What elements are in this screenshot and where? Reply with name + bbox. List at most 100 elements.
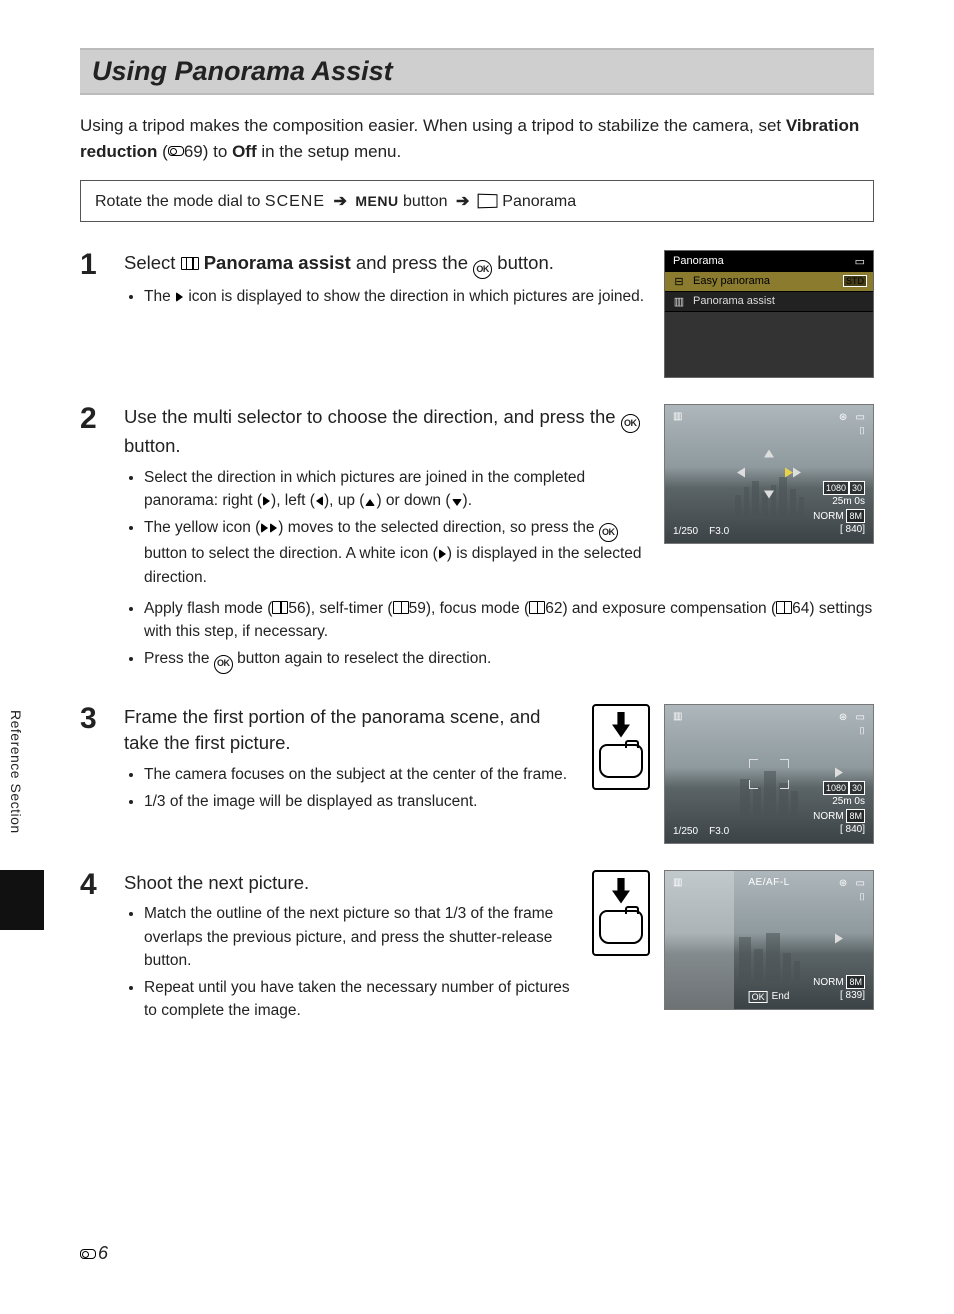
side-tab: Reference Section bbox=[4, 700, 28, 844]
triangle-right-icon bbox=[261, 523, 268, 533]
book-icon bbox=[776, 601, 792, 614]
step-3: 3 Frame the first portion of the panoram… bbox=[80, 704, 874, 844]
triangle-up-icon bbox=[764, 449, 774, 457]
ok-button-icon: OK bbox=[599, 523, 618, 542]
title-bar: Using Panorama Assist bbox=[80, 48, 874, 95]
key-icon bbox=[168, 146, 184, 156]
arrow-icon: ➔ bbox=[456, 193, 469, 210]
triangle-right-icon bbox=[793, 467, 801, 477]
lcd-menu-row-easy: ⊟ Easy panorama STD bbox=[665, 272, 873, 292]
book-icon bbox=[272, 601, 288, 614]
menu-label: MENU bbox=[355, 193, 398, 209]
aperture: F3.0 bbox=[709, 826, 729, 837]
flash-icon: ⊛ bbox=[839, 412, 847, 423]
direction-arrows bbox=[737, 449, 801, 498]
arrow-down-icon bbox=[612, 878, 630, 904]
triangle-down-icon bbox=[452, 499, 462, 506]
flash-icon: ⊛ bbox=[839, 712, 847, 723]
scene-label: SCENE bbox=[265, 193, 325, 210]
resolution-badge: 1080 bbox=[823, 481, 849, 495]
lcd-live-view-first-shot: ▥ ⊛ ▭ ⌷ 1/250 F3.0 bbox=[664, 704, 874, 844]
side-black-marker bbox=[0, 870, 44, 930]
ok-button-icon: OK bbox=[473, 260, 492, 279]
card-icon: ⌷ bbox=[859, 726, 865, 737]
ae-af-lock-label: AE/AF-L bbox=[748, 877, 789, 888]
lcd-menu-row-assist: ▥ Panorama assist bbox=[665, 292, 873, 312]
aperture: F3.0 bbox=[709, 526, 729, 537]
triangle-right-icon bbox=[439, 549, 446, 559]
card-icon: ⌷ bbox=[859, 892, 865, 903]
easy-panorama-icon: ⊟ bbox=[671, 275, 687, 288]
remaining-shots: [ 840] bbox=[840, 524, 865, 535]
triangle-up-icon bbox=[365, 499, 375, 506]
key-icon bbox=[80, 1249, 96, 1259]
triangle-right-icon bbox=[835, 767, 843, 780]
panorama-assist-icon: ▥ bbox=[671, 295, 687, 308]
overlap-overlay bbox=[665, 871, 734, 1009]
bullet: Apply flash mode (56), self-timer (59), … bbox=[144, 597, 874, 644]
book-icon bbox=[529, 601, 545, 614]
panorama-mode-icon bbox=[477, 193, 497, 208]
focus-bracket bbox=[749, 759, 789, 789]
triangle-left-icon bbox=[737, 467, 745, 477]
panorama-mode-icon: ▥ bbox=[673, 877, 682, 888]
battery-icon: ▭ bbox=[856, 412, 865, 423]
remaining-shots: [ 839] bbox=[840, 990, 865, 1001]
arrow-down-icon bbox=[612, 712, 630, 738]
bullet: Select the direction in which pictures a… bbox=[144, 466, 650, 513]
step-heading: Use the multi selector to choose the dir… bbox=[124, 404, 650, 460]
step-number: 1 bbox=[80, 250, 106, 280]
camera-icon bbox=[599, 744, 643, 778]
triangle-left-icon bbox=[316, 496, 323, 506]
triangle-right-icon bbox=[263, 496, 270, 506]
step-4: 4 Shoot the next picture. Match the outl… bbox=[80, 870, 874, 1027]
bullet: The yellow icon () moves to the selected… bbox=[144, 516, 650, 589]
step-heading: Frame the first portion of the panorama … bbox=[124, 704, 578, 758]
step-heading: Shoot the next picture. bbox=[124, 870, 578, 897]
page-footer: 6 bbox=[80, 1243, 108, 1264]
norm-label: NORM bbox=[813, 511, 844, 522]
shutter-speed: 1/250 bbox=[673, 526, 698, 537]
ok-button-icon: OK bbox=[214, 655, 233, 674]
step-1: 1 Select Panorama assist and press the O… bbox=[80, 250, 874, 378]
battery-icon: ▭ bbox=[856, 878, 865, 889]
intro-paragraph: Using a tripod makes the composition eas… bbox=[80, 113, 874, 166]
book-icon bbox=[393, 601, 409, 614]
bullet: The icon is displayed to show the direct… bbox=[144, 285, 650, 308]
rec-time: 25m 0s bbox=[832, 796, 865, 807]
shutter-press-icon bbox=[592, 704, 650, 790]
std-badge: STD bbox=[843, 275, 867, 287]
resolution-badge: 1080 bbox=[823, 781, 849, 795]
bullet: Match the outline of the next picture so… bbox=[144, 902, 578, 972]
shutter-speed: 1/250 bbox=[673, 826, 698, 837]
panorama-mode-icon: ▥ bbox=[673, 411, 682, 422]
shutter-press-icon bbox=[592, 870, 650, 956]
end-label: End bbox=[772, 991, 790, 1002]
bullet: Press the OK button again to reselect th… bbox=[144, 647, 874, 673]
arrow-icon: ➔ bbox=[333, 193, 346, 210]
battery-icon: ▭ bbox=[855, 255, 865, 268]
triangle-right-icon bbox=[176, 292, 183, 302]
battery-icon: ▭ bbox=[856, 712, 865, 723]
ok-button-icon: OK bbox=[621, 414, 640, 433]
step-number: 4 bbox=[80, 870, 106, 900]
triangle-right-icon bbox=[270, 523, 277, 533]
bullet: The camera focuses on the subject at the… bbox=[144, 763, 578, 786]
rec-time: 25m 0s bbox=[832, 496, 865, 507]
step-number: 3 bbox=[80, 704, 106, 734]
triangle-right-icon bbox=[835, 933, 843, 946]
lcd-live-view-next-shot: ▥ AE/AF-L ⊛ ▭ ⌷ OK End N bbox=[664, 870, 874, 1010]
panorama-assist-icon bbox=[181, 257, 199, 270]
navigation-box: Rotate the mode dial to SCENE ➔ MENU but… bbox=[80, 180, 874, 222]
lcd-live-view-direction: ▥ ⊛ ▭ ⌷ bbox=[664, 404, 874, 544]
bullet: Repeat until you have taken the necessar… bbox=[144, 976, 578, 1023]
norm-label: NORM bbox=[813, 977, 844, 988]
triangle-right-yellow-icon bbox=[785, 467, 793, 477]
bullet: 1/3 of the image will be displayed as tr… bbox=[144, 790, 578, 813]
lcd-menu-panorama: Panorama ▭ ⊟ Easy panorama STD ▥ Pa bbox=[664, 250, 874, 378]
triangle-down-icon bbox=[764, 490, 774, 498]
panorama-mode-icon: ▥ bbox=[673, 711, 682, 722]
camera-icon bbox=[599, 910, 643, 944]
page-title: Using Panorama Assist bbox=[92, 56, 862, 87]
lcd-title: Panorama bbox=[673, 255, 724, 267]
